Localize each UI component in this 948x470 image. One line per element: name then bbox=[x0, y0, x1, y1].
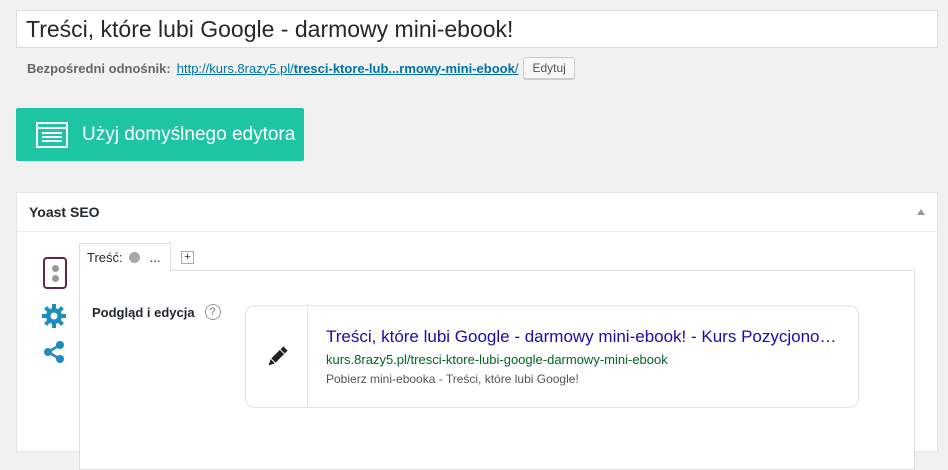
help-icon[interactable]: ? bbox=[204, 304, 221, 320]
pencil-icon bbox=[268, 345, 288, 365]
post-title-input[interactable]: Treści, które lubi Google - darmowy mini… bbox=[16, 10, 938, 48]
editor-icon bbox=[36, 121, 68, 148]
snippet-preview[interactable]: Treści, które lubi Google - darmowy mini… bbox=[245, 305, 859, 408]
add-tab-button[interactable]: + bbox=[181, 251, 194, 264]
snippet-description: Pobierz mini-ebooka - Treści, które lubi… bbox=[326, 372, 579, 386]
permalink-link[interactable]: http://kurs.8razy5.pl/tresci-ktore-lub..… bbox=[177, 61, 519, 76]
permalink-suffix: / bbox=[514, 60, 519, 76]
tab-content-extra: ... bbox=[149, 250, 161, 265]
permalink-row: Bezpośredni odnośnik: http://kurs.8razy5… bbox=[27, 56, 575, 80]
gear-icon[interactable] bbox=[41, 303, 67, 329]
permalink-prefix: http://kurs.8razy5.pl/ bbox=[176, 60, 294, 76]
tab-content[interactable]: Treść: ... bbox=[79, 243, 171, 271]
collapse-arrow-icon[interactable] bbox=[917, 209, 925, 215]
yoast-seo-panel: Yoast SEO Treść: ... + Podgląd i edycja … bbox=[16, 192, 938, 470]
yoast-side-nav bbox=[41, 257, 71, 365]
seo-score-dot-icon bbox=[128, 252, 140, 263]
preview-label: Podgląd i edycja bbox=[92, 304, 195, 320]
snippet-title: Treści, które lubi Google - darmowy mini… bbox=[326, 327, 841, 346]
default-editor-label: Użyj domyślnego edytora bbox=[82, 123, 296, 145]
snippet-edit-area[interactable] bbox=[246, 306, 308, 407]
yoast-panel-title: Yoast SEO bbox=[29, 204, 100, 220]
permalink-slug: tresci-ktore-lub...rmowy-mini-ebook bbox=[293, 60, 515, 76]
share-icon[interactable] bbox=[41, 339, 67, 365]
default-editor-button[interactable]: Użyj domyślnego edytora bbox=[16, 108, 304, 161]
edit-permalink-button[interactable]: Edytuj bbox=[523, 57, 575, 79]
preview-label-row: Podgląd i edycja ? bbox=[92, 304, 221, 320]
snippet-url: kurs.8razy5.pl/tresci-ktore-lubi-google-… bbox=[326, 352, 668, 367]
permalink-label: Bezpośredni odnośnik: bbox=[27, 60, 171, 76]
yoast-tab-content: Podgląd i edycja ? Treści, które lubi Go… bbox=[79, 270, 915, 470]
tab-content-label: Treść: bbox=[87, 250, 123, 265]
traffic-light-icon[interactable] bbox=[43, 257, 67, 289]
yoast-panel-header[interactable]: Yoast SEO bbox=[17, 193, 937, 232]
